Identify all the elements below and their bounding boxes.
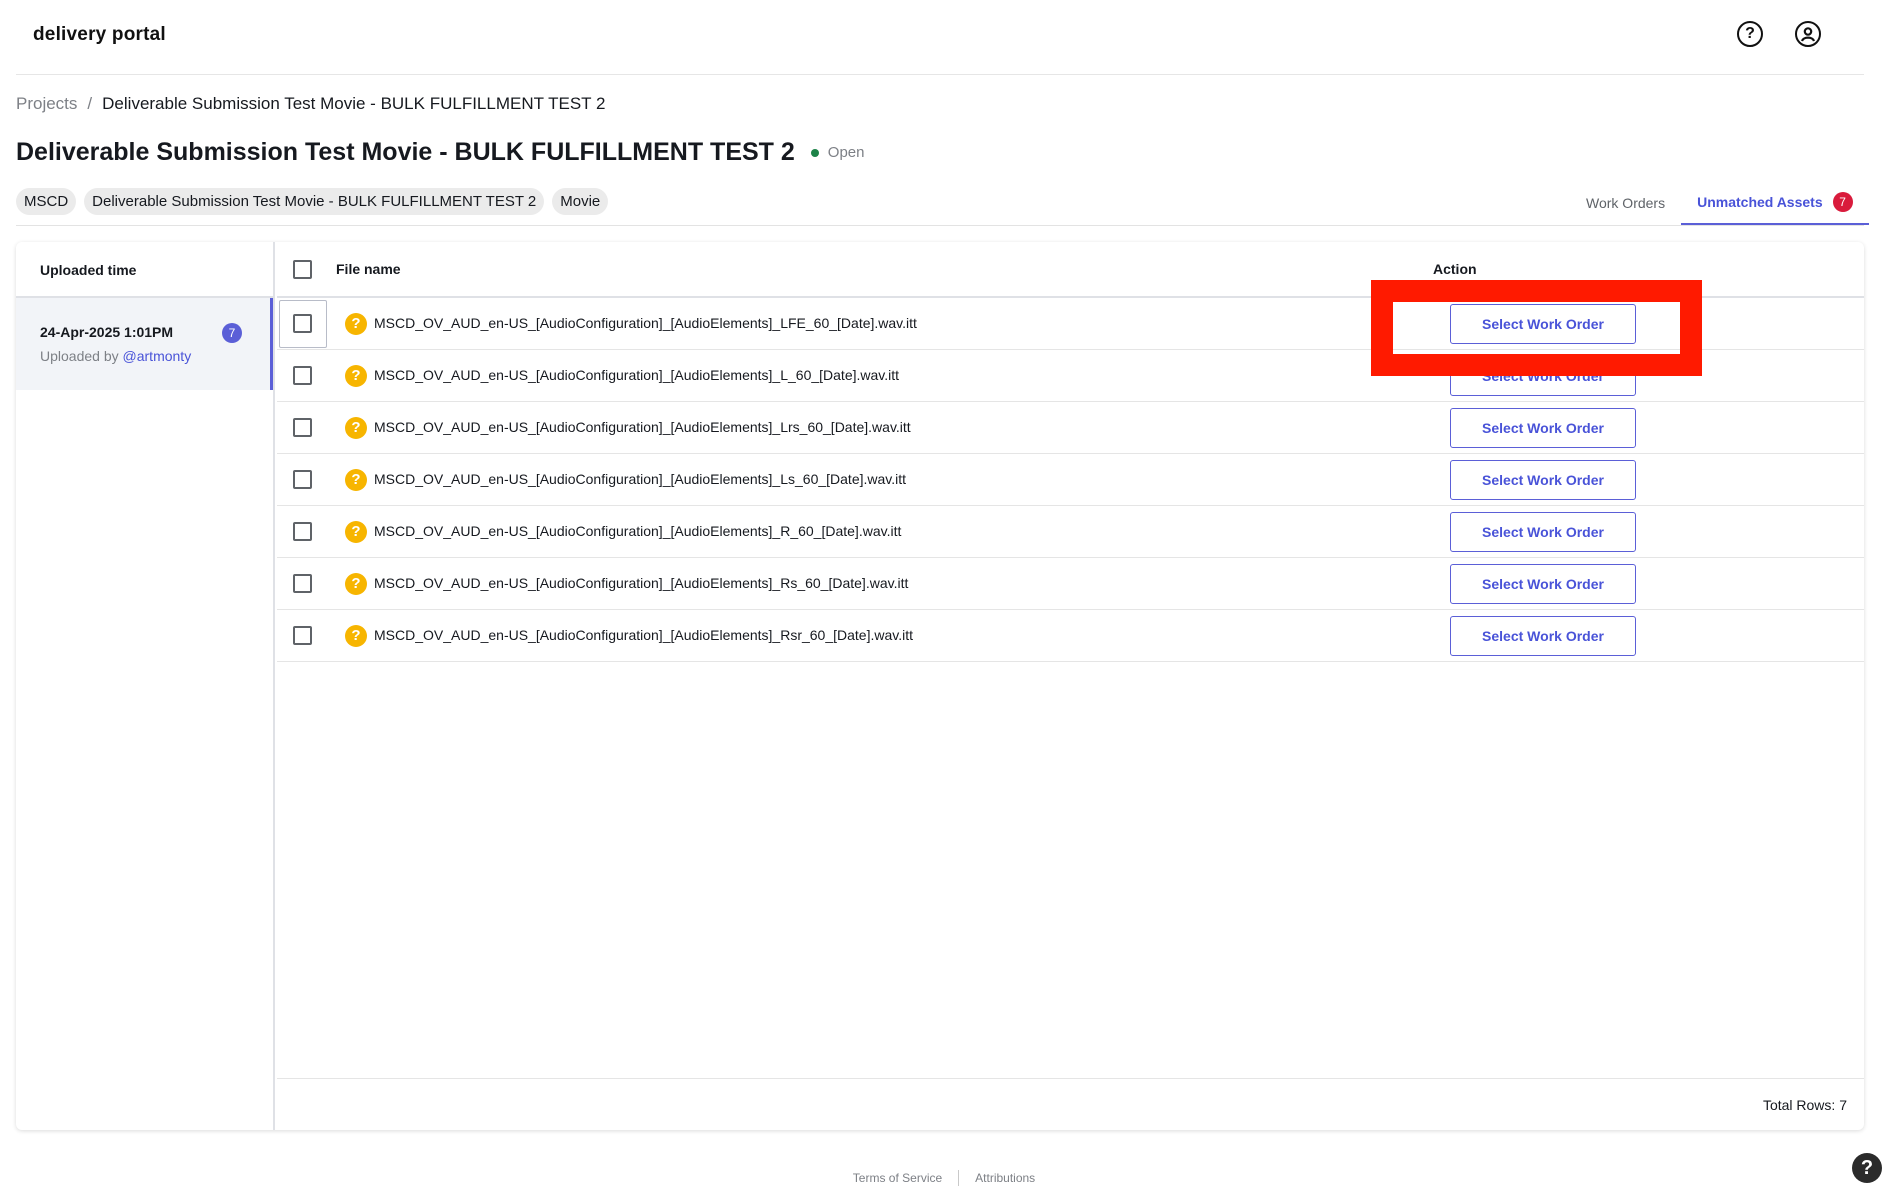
- table-row: ? MSCD_OV_AUD_en-US_[AudioConfiguration]…: [277, 506, 1864, 558]
- status-dot-icon: [810, 148, 819, 157]
- unmatched-warning-icon: ?: [345, 521, 367, 543]
- row-checkbox[interactable]: [293, 522, 312, 541]
- status-badge: Open: [810, 144, 865, 161]
- unmatched-warning-icon: ?: [345, 365, 367, 387]
- file-name: MSCD_OV_AUD_en-US_[AudioConfiguration]_[…: [374, 471, 907, 487]
- assets-table: File name Action ? MSCD_OV_AUD_en-US_[Au…: [277, 242, 1864, 1130]
- terms-of-service-link[interactable]: Terms of Service: [853, 1171, 942, 1185]
- breadcrumb-current: Deliverable Submission Test Movie - BULK…: [102, 94, 606, 113]
- upload-item[interactable]: 24-Apr-2025 1:01PM Uploaded by @artmonty…: [16, 298, 273, 390]
- select-work-order-button[interactable]: Select Work Order: [1450, 512, 1636, 552]
- row-checkbox-focus: [279, 300, 327, 348]
- file-name: MSCD_OV_AUD_en-US_[AudioConfiguration]_[…: [374, 575, 909, 591]
- file-name: MSCD_OV_AUD_en-US_[AudioConfiguration]_[…: [374, 627, 914, 643]
- breadcrumb-separator: /: [87, 94, 93, 113]
- page-footer: Terms of Service Attributions: [0, 1170, 1888, 1186]
- table-row: ? MSCD_OV_AUD_en-US_[AudioConfiguration]…: [277, 454, 1864, 506]
- unmatched-warning-icon: ?: [345, 625, 367, 647]
- file-name: MSCD_OV_AUD_en-US_[AudioConfiguration]_[…: [374, 419, 911, 435]
- app-logo[interactable]: delivery portal: [33, 24, 166, 46]
- tab-work-orders[interactable]: Work Orders: [1570, 180, 1681, 225]
- file-name: MSCD_OV_AUD_en-US_[AudioConfiguration]_[…: [374, 523, 902, 539]
- tab-unmatched-assets[interactable]: Unmatched Assets 7: [1681, 180, 1869, 225]
- status-label: Open: [827, 144, 865, 161]
- table-row: ? MSCD_OV_AUD_en-US_[AudioConfiguration]…: [277, 610, 1864, 662]
- tab-work-orders-label: Work Orders: [1586, 194, 1666, 211]
- unmatched-warning-icon: ?: [345, 417, 367, 439]
- unmatched-warning-icon: ?: [345, 313, 367, 335]
- table-row: ? MSCD_OV_AUD_en-US_[AudioConfiguration]…: [277, 350, 1864, 402]
- breadcrumb-projects-link[interactable]: Projects: [16, 94, 77, 114]
- upload-count-badge: 7: [222, 323, 242, 343]
- tabs-divider: [16, 225, 1864, 226]
- unmatched-count-badge: 7: [1832, 191, 1853, 212]
- help-fab-button[interactable]: ?: [1852, 1153, 1882, 1183]
- total-rows: Total Rows: 7: [1762, 1097, 1847, 1113]
- file-name: MSCD_OV_AUD_en-US_[AudioConfiguration]_[…: [374, 367, 900, 383]
- table-row: ? MSCD_OV_AUD_en-US_[AudioConfiguration]…: [277, 298, 1864, 350]
- tag-title: Deliverable Submission Test Movie - BULK…: [84, 188, 545, 215]
- file-name: MSCD_OV_AUD_en-US_[AudioConfiguration]_[…: [374, 315, 917, 331]
- select-work-order-button[interactable]: Select Work Order: [1450, 564, 1636, 604]
- row-checkbox[interactable]: [293, 470, 312, 489]
- uploader-user-link[interactable]: @artmonty: [123, 348, 192, 364]
- row-checkbox[interactable]: [293, 366, 312, 385]
- top-header: delivery portal ?: [16, 0, 1864, 75]
- assets-panel: Uploaded time 24-Apr-2025 1:01PM Uploade…: [16, 242, 1864, 1130]
- project-tags: MSCD Deliverable Submission Test Movie -…: [16, 188, 609, 215]
- upload-by-prefix: Uploaded by: [40, 348, 119, 364]
- tag-studio: MSCD: [16, 188, 77, 215]
- page-title: Deliverable Submission Test Movie - BULK…: [16, 138, 795, 166]
- table-header: File name Action: [277, 242, 1864, 298]
- column-action: Action: [1433, 261, 1477, 277]
- table-footer: Total Rows: 7: [277, 1078, 1864, 1130]
- table-row: ? MSCD_OV_AUD_en-US_[AudioConfiguration]…: [277, 402, 1864, 454]
- column-file-name: File name: [336, 261, 401, 277]
- row-checkbox[interactable]: [293, 574, 312, 593]
- unmatched-warning-icon: ?: [345, 573, 367, 595]
- unmatched-warning-icon: ?: [345, 469, 367, 491]
- table-row: ? MSCD_OV_AUD_en-US_[AudioConfiguration]…: [277, 558, 1864, 610]
- select-work-order-button[interactable]: Select Work Order: [1450, 356, 1636, 396]
- footer-divider: [958, 1170, 960, 1186]
- row-checkbox[interactable]: [293, 314, 312, 333]
- tab-bar: Work Orders Unmatched Assets 7: [1570, 180, 1869, 225]
- attributions-link[interactable]: Attributions: [975, 1171, 1035, 1185]
- help-circle-icon[interactable]: ?: [1737, 21, 1763, 47]
- row-checkbox[interactable]: [293, 626, 312, 645]
- select-work-order-button[interactable]: Select Work Order: [1450, 304, 1636, 344]
- row-checkbox[interactable]: [293, 418, 312, 437]
- select-all-checkbox[interactable]: [293, 260, 312, 279]
- tag-type: Movie: [552, 188, 609, 215]
- upload-by: Uploaded by @artmonty: [40, 348, 246, 364]
- tab-unmatched-assets-label: Unmatched Assets: [1697, 193, 1823, 210]
- select-work-order-button[interactable]: Select Work Order: [1450, 616, 1636, 656]
- select-work-order-button[interactable]: Select Work Order: [1450, 460, 1636, 500]
- upload-list-header: Uploaded time: [16, 242, 273, 298]
- select-work-order-button[interactable]: Select Work Order: [1450, 408, 1636, 448]
- breadcrumb: Projects / Deliverable Submission Test M…: [16, 94, 605, 114]
- upload-list: Uploaded time 24-Apr-2025 1:01PM Uploade…: [16, 242, 275, 1130]
- upload-time: 24-Apr-2025 1:01PM: [40, 324, 174, 340]
- title-row: Deliverable Submission Test Movie - BULK…: [16, 138, 865, 167]
- user-circle-icon[interactable]: [1795, 21, 1821, 47]
